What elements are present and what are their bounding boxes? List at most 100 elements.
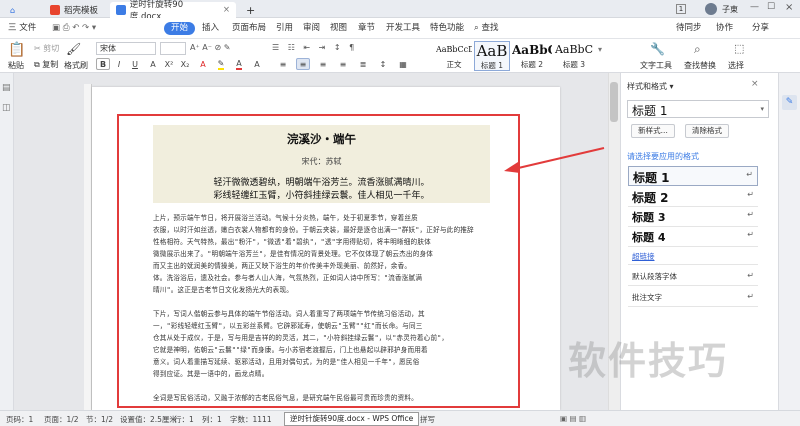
paragraph-mark-icon: ↵: [747, 271, 754, 280]
styles-pane-header: 样式和格式 ▾: [627, 82, 674, 91]
status-page-number[interactable]: 页码：1: [6, 414, 33, 425]
style-list-heading-1[interactable]: 标题 1 ↵: [628, 166, 758, 186]
copy-button[interactable]: ⧉ 复制: [34, 59, 58, 70]
style-heading-3[interactable]: AaBbC 标题 3: [554, 41, 594, 71]
menu-references[interactable]: 引用: [276, 22, 293, 35]
close-window-icon[interactable]: ×: [785, 2, 793, 13]
justify-button[interactable]: ≡: [336, 58, 350, 70]
menu-view[interactable]: 视图: [330, 22, 347, 35]
find-replace-button[interactable]: 查找替换: [684, 60, 716, 71]
paste-icon[interactable]: 📋: [8, 42, 25, 58]
font-effect-button[interactable]: A: [196, 58, 210, 70]
bookmark-icon[interactable]: ◫: [2, 103, 11, 113]
tab-template[interactable]: 稻壳模板: [44, 2, 104, 18]
status-pages[interactable]: 页面：1/2: [44, 414, 79, 425]
superscript-button[interactable]: X²: [162, 58, 176, 70]
search-button[interactable]: ⌕ 查找: [474, 22, 498, 35]
line-spacing-button[interactable]: ↕: [376, 58, 390, 70]
minimize-icon[interactable]: —: [750, 2, 759, 12]
status-word-count[interactable]: 字数：1111: [230, 414, 272, 425]
style-list-default-font-label: 默认段落字体: [632, 272, 677, 281]
list-buttons[interactable]: ☰ ☷ ⇤ ⇥ ↕ ¶: [272, 43, 357, 52]
new-style-button[interactable]: 新样式...: [631, 124, 675, 138]
style-heading-1[interactable]: AaB 标题 1: [474, 41, 510, 71]
highlight-color-button[interactable]: ✎: [214, 58, 228, 70]
cut-label: 剪切: [43, 44, 60, 53]
underline-button[interactable]: U: [128, 58, 142, 70]
menu-developer[interactable]: 开发工具: [386, 22, 420, 35]
menu-chapter[interactable]: 章节: [358, 22, 375, 35]
scrollbar-thumb[interactable]: [610, 82, 618, 122]
style-list-comment-text[interactable]: 批注文字 ↵: [628, 289, 758, 307]
style-list-hyperlink[interactable]: 超链接: [628, 249, 758, 265]
distribute-button[interactable]: ≣: [356, 58, 370, 70]
styles-pane-toggle-icon[interactable]: ✎: [782, 95, 797, 110]
menu-review[interactable]: 审阅: [303, 22, 320, 35]
style-list-default-font[interactable]: 默认段落字体 ↵: [628, 268, 758, 286]
styles-expand-icon[interactable]: ▾: [598, 45, 602, 54]
font-color-button[interactable]: A: [232, 58, 246, 70]
format-painter-button[interactable]: 格式刷: [64, 60, 88, 71]
shading-button[interactable]: ▦: [396, 58, 410, 70]
paragraph-1: 上片，预示端午节日，将开展浴兰活动。气候十分炎热，端午，处于初夏季节，穿着丝质 …: [153, 212, 493, 296]
current-style-select[interactable]: 标题 1 ▾: [627, 100, 769, 118]
menu-page-layout[interactable]: 页面布局: [232, 22, 266, 35]
search-label: 查找: [481, 23, 499, 33]
copy-icon: ⧉: [34, 60, 40, 69]
tab-document[interactable]: 逆时针旋转90度.docx ×: [110, 0, 236, 22]
user-name[interactable]: 子東: [722, 4, 738, 15]
style-list-heading-3[interactable]: 标题 3 ↵: [628, 207, 758, 227]
font-size-select[interactable]: [160, 42, 186, 55]
avatar[interactable]: [705, 3, 717, 15]
maximize-icon[interactable]: ☐: [767, 2, 775, 12]
new-tab-button[interactable]: +: [240, 2, 261, 18]
style-heading-2[interactable]: AaBbC 标题 2: [512, 41, 552, 71]
status-section[interactable]: 节：1/2: [86, 414, 113, 425]
menu-features[interactable]: 特色功能: [430, 22, 464, 35]
view-mode-icons[interactable]: ▣ ▤ ▥: [560, 414, 586, 423]
style-normal[interactable]: AaBbCcDd 正文: [436, 41, 472, 71]
status-spell-check[interactable]: 拼写: [420, 414, 435, 425]
paste-button[interactable]: 粘贴: [8, 60, 24, 71]
ribbon-toolbar: 📋 粘贴 ✂ 剪切 ⧉ 复制 🖌 格式刷 宋体 A⁺ A⁻ ⊘ ✎ B I U …: [0, 39, 800, 73]
close-tab-icon[interactable]: ×: [223, 5, 230, 15]
menu-start[interactable]: 开始: [164, 22, 196, 35]
sync-button[interactable]: 待同步: [676, 22, 702, 35]
bold-button[interactable]: B: [96, 58, 110, 70]
style-heading-1-label: 标题 1: [480, 61, 504, 70]
paragraph-1-line: 性格相符。天气特热，最出"粉汗"，"微透"着"碧纨"，"透"字用得贴切，将丰明晰…: [153, 238, 431, 246]
select-button[interactable]: 选择: [728, 60, 744, 71]
cut-button[interactable]: ✂ 剪切: [34, 43, 59, 54]
clear-format-button[interactable]: 清除格式: [685, 124, 729, 138]
style-heading-1-sample: AaB: [476, 42, 508, 60]
italic-button[interactable]: I: [112, 58, 126, 70]
subscript-button[interactable]: X₂: [178, 58, 192, 70]
window-count-badge[interactable]: 1: [676, 4, 686, 14]
style-list-heading-4[interactable]: 标题 4 ↵: [628, 227, 758, 247]
status-setting-value[interactable]: 设置值：2.5厘米: [120, 414, 177, 425]
align-left-button[interactable]: ≡: [276, 58, 290, 70]
file-menu[interactable]: 三 文件: [8, 22, 36, 35]
pane-close-icon[interactable]: ×: [751, 79, 759, 89]
left-navigation-bar: ▤ ◫: [0, 73, 14, 410]
title-bar: ⌂ 稻壳模板 逆时针旋转90度.docx × + 1 子東 — ☐ ×: [0, 0, 800, 22]
text-tool-button[interactable]: 文字工具: [640, 60, 672, 71]
style-list-heading-2[interactable]: 标题 2 ↵: [628, 187, 758, 207]
align-right-button[interactable]: ≡: [316, 58, 330, 70]
char-border-button[interactable]: A: [250, 58, 264, 70]
paragraph-mark-icon: ↵: [746, 170, 753, 179]
font-name-select[interactable]: 宋体: [96, 42, 156, 55]
strikethrough-button[interactable]: A: [146, 58, 160, 70]
menu-insert[interactable]: 插入: [202, 22, 219, 35]
font-grow-shrink-icons[interactable]: A⁺ A⁻ ⊘ ✎: [190, 43, 230, 52]
quick-access-icons[interactable]: ▣ ⎙ ↶ ↷ ▾: [52, 22, 96, 35]
tab-home[interactable]: ⌂: [4, 2, 26, 18]
format-painter-icon[interactable]: 🖌: [66, 42, 81, 56]
nav-pane-icon[interactable]: ▤: [2, 83, 11, 93]
share-button[interactable]: 分享: [752, 22, 769, 35]
select-icon: ⬚: [734, 42, 745, 55]
paragraph-2: 下片，写词人偕朝云参与具体的端午节俗活动。词人着重写了两项端午节传统习俗活动，其…: [153, 308, 493, 380]
search-icon: ⌕: [474, 23, 479, 33]
align-center-button[interactable]: ≡: [296, 58, 310, 70]
collaborate-button[interactable]: 协作: [716, 22, 733, 35]
